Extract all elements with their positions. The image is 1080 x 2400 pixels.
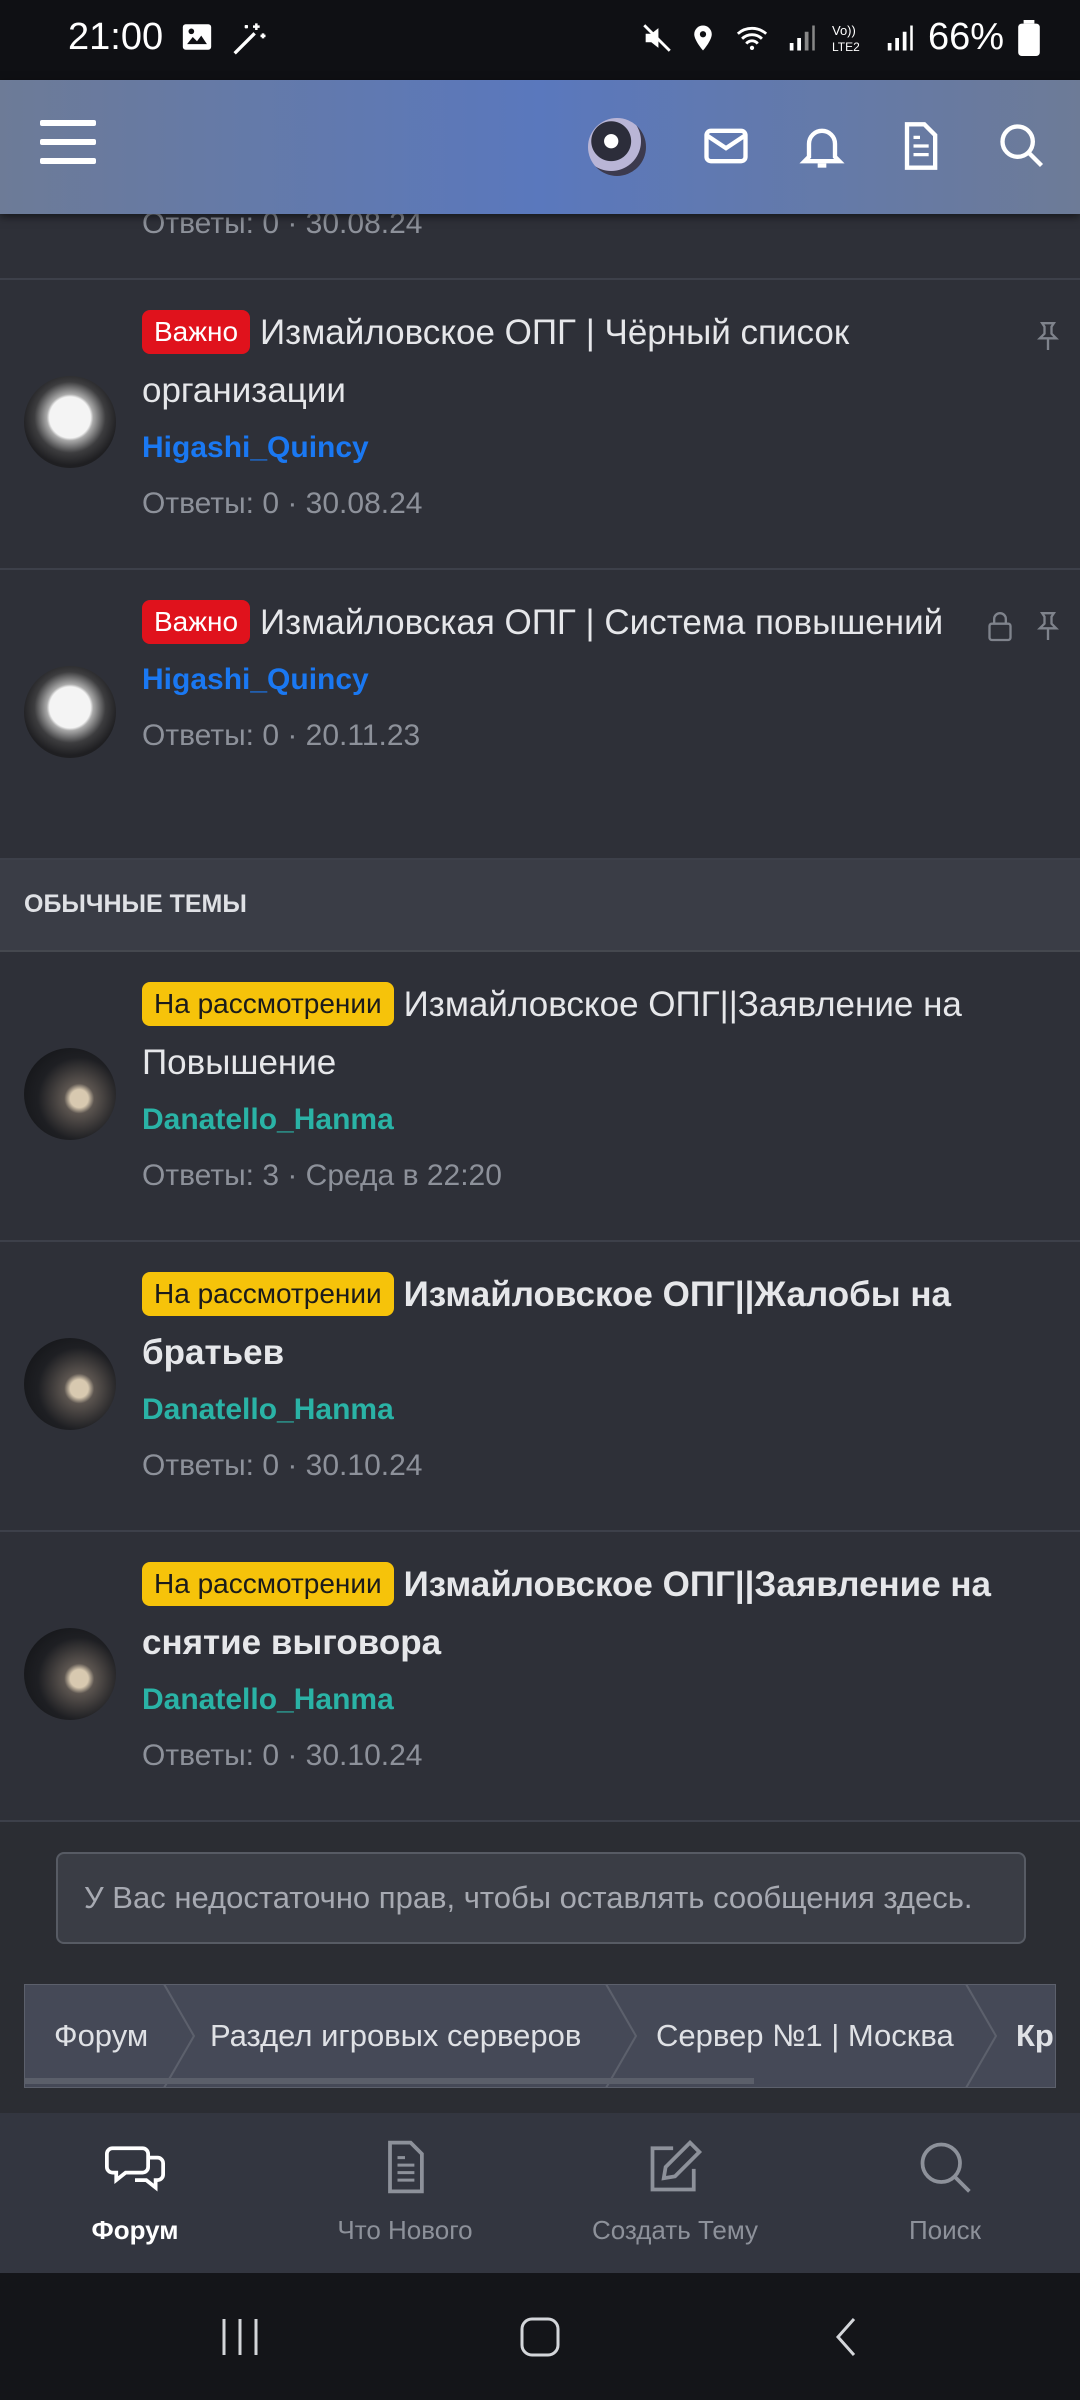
author-avatar[interactable] <box>24 1338 116 1430</box>
breadcrumb-item-forum[interactable]: Форум <box>54 1984 148 2088</box>
thread-title[interactable]: На рассмотрении Измайловское ОПГ||Жалобы … <box>142 1266 1020 1382</box>
bell-icon[interactable] <box>796 120 848 172</box>
nav-label: Поиск <box>908 2215 982 2245</box>
thread-meta: Ответы: 0 · 20.11.23 <box>142 719 421 752</box>
thread-row[interactable]: Важно Измайловская ОПГ | Система повышени… <box>0 570 1080 860</box>
nav-forum[interactable]: Форум <box>0 2113 270 2273</box>
hamburger-menu-icon[interactable] <box>40 120 96 170</box>
author-avatar[interactable] <box>24 1628 116 1720</box>
breadcrumb-item-current[interactable]: Кр <box>1016 1984 1054 2088</box>
system-navigation-bar <box>0 2273 1080 2400</box>
back-icon[interactable] <box>826 2315 870 2359</box>
thread-meta: Ответы: 0 · 30.08.24 <box>142 487 423 520</box>
nav-label: Что Нового <box>337 2215 473 2245</box>
thread-author[interactable]: Danatello_Hanma <box>142 1382 1020 1438</box>
thread-list: Ответы: 0 · 30.08.24 Важно Измайловское О… <box>0 207 1080 1822</box>
important-badge: Важно <box>142 600 251 644</box>
review-badge: На рассмотрении <box>142 1272 394 1316</box>
recent-apps-icon[interactable] <box>218 2315 262 2359</box>
important-badge: Важно <box>142 310 251 354</box>
battery-icon <box>1018 19 1040 56</box>
nav-label: Форум <box>91 2215 179 2245</box>
thread-author[interactable]: Danatello_Hanma <box>142 1672 1020 1728</box>
status-bar: 21:00 Vo)) LTE2 66% <box>0 0 1080 80</box>
svg-text:LTE2: LTE2 <box>832 40 860 54</box>
thread-row-partial[interactable]: Ответы: 0 · 30.08.24 <box>0 207 1080 280</box>
mail-icon[interactable] <box>700 120 752 172</box>
author-avatar[interactable] <box>24 1048 116 1140</box>
permission-notice: У Вас недостаточно прав, чтобы оставлять… <box>56 1852 1026 1944</box>
home-icon[interactable] <box>518 2315 562 2359</box>
search-icon[interactable] <box>996 120 1048 172</box>
breadcrumb[interactable]: Форум Раздел игровых серверов Сервер №1 … <box>24 1984 1056 2088</box>
pin-icon <box>1037 612 1059 640</box>
thread-author[interactable]: Danatello_Hanma <box>142 1092 1020 1148</box>
mute-icon <box>643 23 671 52</box>
document-icon[interactable] <box>894 120 946 172</box>
magic-wand-icon <box>233 23 266 55</box>
nav-label: Создать Тему <box>591 2215 759 2245</box>
review-badge: На рассмотрении <box>142 1562 394 1606</box>
author-avatar[interactable] <box>24 376 116 468</box>
thread-title[interactable]: На рассмотрении Измайловское ОПГ||Заявлен… <box>142 1556 1020 1672</box>
chat-bubbles-icon <box>105 2146 165 2192</box>
thread-title[interactable]: Важно Измайловское ОПГ | Чёрный список ор… <box>142 304 1020 420</box>
breadcrumb-item-game-servers[interactable]: Раздел игровых серверов <box>210 1984 581 2088</box>
bottom-navigation: Форум Что Нового Создать Тему Поиск <box>0 2113 1080 2273</box>
nav-create-thread[interactable]: Создать Тему <box>540 2113 810 2273</box>
author-avatar[interactable] <box>24 666 116 758</box>
svg-text:Vo)): Vo)) <box>832 23 856 38</box>
signal-icon <box>789 25 815 50</box>
gallery-icon <box>182 24 212 50</box>
thread-row[interactable]: На рассмотрении Измайловское ОПГ||Жалобы … <box>0 1242 1080 1532</box>
thread-meta: Ответы: 3 · Среда в 22:20 <box>142 1159 502 1192</box>
thread-row[interactable]: Важно Измайловское ОПГ | Чёрный список ор… <box>0 280 1080 570</box>
nav-whats-new[interactable]: Что Нового <box>270 2113 540 2273</box>
volte-icon: Vo)) LTE2 <box>832 23 860 54</box>
nav-search[interactable]: Поиск <box>810 2113 1080 2273</box>
review-badge: На рассмотрении <box>142 982 394 1026</box>
search-icon <box>920 2142 971 2193</box>
thread-meta: Ответы: 0 · 30.10.24 <box>142 1739 423 1772</box>
thread-meta: Ответы: 0 · 30.10.24 <box>142 1449 423 1482</box>
thread-row[interactable]: На рассмотрении Измайловское ОПГ||Заявлен… <box>0 952 1080 1242</box>
thread-row[interactable]: На рассмотрении Измайловское ОПГ||Заявлен… <box>0 1532 1080 1822</box>
pin-icon <box>1037 322 1059 350</box>
breadcrumb-item-server-1[interactable]: Сервер №1 | Москва <box>656 1984 954 2088</box>
user-avatar[interactable] <box>588 118 646 176</box>
lock-icon <box>988 612 1012 642</box>
section-header-normal-threads: ОБЫЧНЫЕ ТЕМЫ <box>0 860 1080 952</box>
thread-author[interactable]: Higashi_Quincy <box>142 420 1020 476</box>
app-header <box>0 80 1080 214</box>
thread-title[interactable]: Важно Измайловская ОПГ | Система повышени… <box>142 594 1020 652</box>
breadcrumb-scrollbar[interactable] <box>24 2078 754 2084</box>
location-icon <box>694 25 712 50</box>
battery-percent: 66% <box>927 16 1004 58</box>
thread-author[interactable]: Higashi_Quincy <box>142 652 1020 708</box>
edit-icon <box>650 2139 703 2192</box>
thread-title[interactable]: На рассмотрении Измайловское ОПГ||Заявлен… <box>142 976 1020 1092</box>
wifi-icon <box>736 26 768 50</box>
signal-icon-2 <box>887 25 913 50</box>
status-time: 21:00 <box>68 16 164 58</box>
document-icon <box>388 2140 424 2194</box>
